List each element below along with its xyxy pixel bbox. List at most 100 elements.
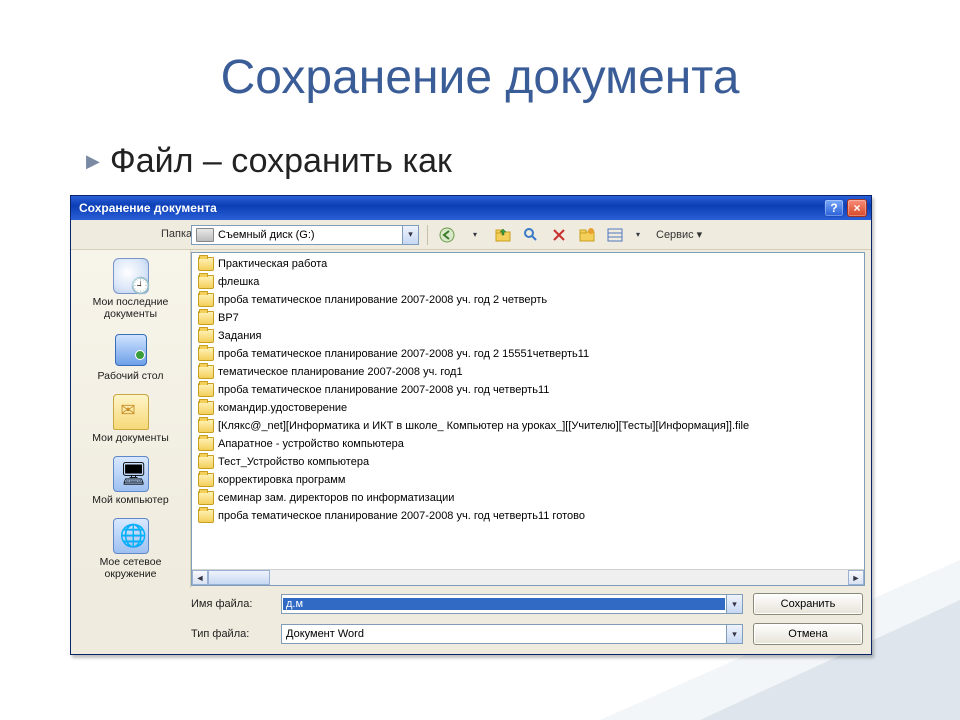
dialog-titlebar[interactable]: Сохранение документа ? × — [71, 196, 871, 220]
file-name: тематическое планирование 2007-2008 уч. … — [218, 366, 463, 378]
folder-icon — [198, 275, 214, 289]
arrow-left-icon: ◄ — [196, 573, 205, 583]
list-item[interactable]: Практическая работа — [192, 255, 864, 273]
my-computer-icon — [113, 456, 149, 492]
file-name: командир.удостоверение — [218, 402, 347, 414]
views-dropdown[interactable]: ▾ — [632, 224, 644, 246]
dialog-topbar: Папка: Съемный диск (G:) ▾ ▾ — [71, 220, 871, 250]
recent-documents-icon — [113, 258, 149, 294]
folder-icon — [198, 401, 214, 415]
filetype-label: Тип файла: — [191, 628, 271, 640]
scroll-thumb[interactable] — [208, 570, 270, 585]
folder-icon — [198, 473, 214, 487]
folder-combo[interactable]: Съемный диск (G:) ▾ — [191, 225, 419, 245]
cancel-button[interactable]: Отмена — [753, 623, 863, 645]
file-name: проба тематическое планирование 2007-200… — [218, 510, 585, 522]
list-item[interactable]: проба тематическое планирование 2007-200… — [192, 345, 864, 363]
folder-icon — [198, 437, 214, 451]
file-name: проба тематическое планирование 2007-200… — [218, 348, 589, 360]
combo-dropdown-icon[interactable]: ▾ — [402, 226, 418, 244]
scroll-left-button[interactable]: ◄ — [192, 570, 208, 585]
filetype-dropdown[interactable]: ▾ — [726, 625, 742, 643]
list-item[interactable]: ВР7 — [192, 309, 864, 327]
tools-label: Сервис — [656, 229, 694, 241]
new-folder-icon — [579, 227, 595, 243]
folder-icon — [198, 311, 214, 325]
search-icon — [523, 227, 539, 243]
list-item[interactable]: Тест_Устройство компьютера — [192, 453, 864, 471]
separator — [427, 225, 428, 245]
my-documents-icon — [113, 394, 149, 430]
file-name: Тест_Устройство компьютера — [218, 456, 369, 468]
place-label: Мои последние документы — [79, 296, 183, 320]
help-icon: ? — [830, 201, 837, 215]
chevron-down-icon: ▾ — [732, 629, 737, 640]
folder-icon — [198, 293, 214, 307]
bullet-text: Файл – сохранить как — [110, 142, 452, 181]
place-label: Рабочий стол — [79, 370, 183, 382]
place-desktop[interactable]: Рабочий стол — [77, 328, 185, 388]
new-folder-button[interactable] — [576, 224, 598, 246]
list-item[interactable]: корректировка программ — [192, 471, 864, 489]
list-item[interactable]: проба тематическое планирование 2007-200… — [192, 381, 864, 399]
filename-dropdown[interactable]: ▾ — [726, 595, 742, 613]
back-dropdown[interactable]: ▾ — [464, 224, 486, 246]
filetype-value: Документ Word — [282, 628, 726, 640]
views-button[interactable] — [604, 224, 626, 246]
filetype-field[interactable]: Документ Word ▾ — [281, 624, 743, 644]
place-label: Мой компьютер — [79, 494, 183, 506]
file-list[interactable]: Практическая работа флешка проба тематичес… — [192, 253, 864, 569]
place-my-computer[interactable]: Мой компьютер — [77, 452, 185, 512]
folder-icon — [198, 383, 214, 397]
file-name: проба тематическое планирование 2007-200… — [218, 384, 549, 396]
place-label: Мое сетевое окружение — [79, 556, 183, 580]
folder-icon — [198, 455, 214, 469]
delete-icon — [552, 228, 566, 242]
chevron-down-icon: ▾ — [732, 599, 737, 610]
arrow-right-icon: ► — [852, 573, 861, 583]
place-recent-documents[interactable]: Мои последние документы — [77, 254, 185, 326]
back-icon — [439, 227, 455, 243]
file-name: ВР7 — [218, 312, 239, 324]
close-icon: × — [853, 201, 860, 215]
folder-icon — [198, 365, 214, 379]
place-label: Мои документы — [79, 432, 183, 444]
list-item[interactable]: тематическое планирование 2007-2008 уч. … — [192, 363, 864, 381]
save-button[interactable]: Сохранить — [753, 593, 863, 615]
search-button[interactable] — [520, 224, 542, 246]
place-network[interactable]: Мое сетевое окружение — [77, 514, 185, 586]
tools-menu[interactable]: Сервис ▾ — [650, 228, 708, 241]
places-bar: Мои последние документы Рабочий стол Мои… — [71, 250, 191, 588]
list-item[interactable]: Апаратное - устройство компьютера — [192, 435, 864, 453]
desktop-icon — [113, 332, 149, 368]
folder-icon — [198, 329, 214, 343]
drive-icon — [196, 228, 214, 242]
list-item[interactable]: командир.удостоверение — [192, 399, 864, 417]
place-my-documents[interactable]: Мои документы — [77, 390, 185, 450]
list-item[interactable]: флешка — [192, 273, 864, 291]
filename-value: д.м — [283, 598, 725, 610]
chevron-down-icon: ▾ — [408, 229, 413, 240]
chevron-down-icon: ▾ — [473, 230, 477, 239]
back-button[interactable] — [436, 224, 458, 246]
scroll-right-button[interactable]: ► — [848, 570, 864, 585]
save-button-label: Сохранить — [781, 598, 836, 610]
up-button[interactable] — [492, 224, 514, 246]
list-item[interactable]: [Клякс@_net][Информатика и ИКТ в школе_ … — [192, 417, 864, 435]
filename-field[interactable]: д.м ▾ — [281, 594, 743, 614]
list-item[interactable]: Задания — [192, 327, 864, 345]
file-name: семинар зам. директоров по информатизаци… — [218, 492, 454, 504]
folder-icon — [198, 419, 214, 433]
help-button[interactable]: ? — [824, 199, 844, 217]
views-icon — [607, 227, 623, 243]
list-item[interactable]: семинар зам. директоров по информатизаци… — [192, 489, 864, 507]
file-name: флешка — [218, 276, 259, 288]
list-item[interactable]: проба тематическое планирование 2007-200… — [192, 507, 864, 525]
close-button[interactable]: × — [847, 199, 867, 217]
save-dialog: Сохранение документа ? × Папка: Съемный … — [70, 195, 872, 655]
scroll-track[interactable] — [270, 570, 848, 585]
list-item[interactable]: проба тематическое планирование 2007-200… — [192, 291, 864, 309]
delete-button[interactable] — [548, 224, 570, 246]
horizontal-scrollbar[interactable]: ◄ ► — [192, 569, 864, 585]
chevron-down-icon: ▾ — [636, 230, 640, 239]
